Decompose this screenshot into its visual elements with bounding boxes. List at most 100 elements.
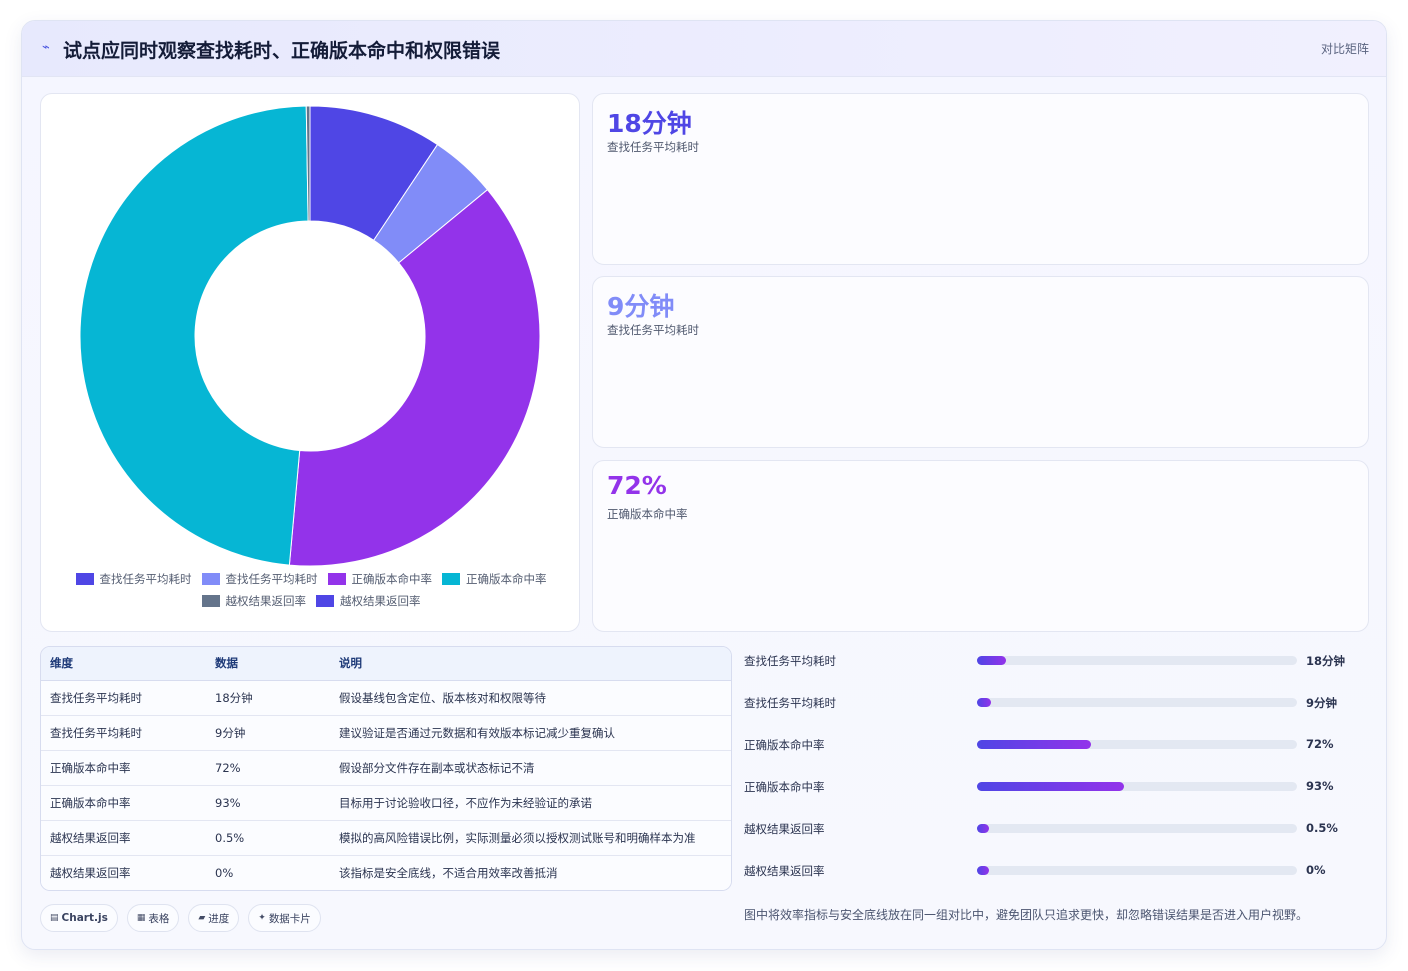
- kpi-label: 查找任务平均耗时: [607, 140, 699, 154]
- table-cell: 假设部分文件存在副本或状态标记不清: [330, 750, 731, 786]
- kpi-card-3: 72% 正确版本命中率: [592, 460, 1369, 632]
- progress-label: 查找任务平均耗时: [744, 696, 836, 710]
- kpi-card-2: 9分钟 查找任务平均耗时: [592, 276, 1369, 448]
- chip-table[interactable]: ▦ 表格: [126, 904, 180, 932]
- table-header-row: 维度 数据 说明: [41, 647, 731, 681]
- legend-swatch: [75, 573, 94, 585]
- progress-icon: ▰: [198, 913, 206, 923]
- legend-label: 查找任务平均耗时: [99, 572, 192, 586]
- legend-swatch: [201, 595, 220, 607]
- footnote: 图中将效率指标与安全底线放在同一组对比中，避免团队只追求更快，却忽略错误结果是否…: [744, 908, 1309, 922]
- progress-track: [977, 698, 1297, 707]
- table-row: 查找任务平均耗时 18分钟 假设基线包含定位、版本核对和权限等待: [41, 680, 731, 716]
- card-header: ⌁ 试点应同时观察查找耗时、正确版本命中和权限错误 对比矩阵: [22, 21, 1386, 77]
- legend-swatch: [201, 573, 220, 585]
- legend-item[interactable]: 查找任务平均耗时: [75, 572, 192, 586]
- table-cell: 9分钟: [206, 715, 330, 751]
- feature-chips: ▤ Chart.js ▦ 表格 ▰ 进度 ✦ 数据卡片: [40, 904, 330, 932]
- header-badge: 对比矩阵: [1320, 42, 1369, 56]
- legend-label: 越权结果返回率: [225, 594, 307, 608]
- progress-fill: [977, 656, 1006, 665]
- progress-value: 18分钟: [1306, 654, 1346, 668]
- progress-value: 72%: [1306, 737, 1334, 751]
- progress-fill: [977, 698, 992, 707]
- legend-label: 正确版本命中率: [351, 572, 433, 586]
- progress-row: 查找任务平均耗时 18分钟: [744, 651, 1364, 671]
- kpi-value: 72%: [607, 471, 667, 500]
- table-cell: 越权结果返回率: [41, 855, 206, 890]
- progress-fill: [977, 740, 1091, 749]
- table-cell: 正确版本命中率: [41, 750, 206, 786]
- progress-fill: [977, 782, 1124, 791]
- table-row: 正确版本命中率 72% 假设部分文件存在副本或状态标记不清: [41, 750, 731, 786]
- chip-progress[interactable]: ▰ 进度: [188, 904, 240, 932]
- legend-item[interactable]: 查找任务平均耗时: [201, 572, 318, 586]
- doughnut-chart: [79, 105, 541, 567]
- table-cell: 假设基线包含定位、版本核对和权限等待: [330, 680, 731, 716]
- table-row: 越权结果返回率 0% 该指标是安全底线，不适合用效率改善抵消: [41, 855, 731, 890]
- data-table-panel: 维度 数据 说明 查找任务平均耗时 18分钟 假设基线包含定位、版本核对和权限等…: [40, 646, 732, 891]
- table-cell: 72%: [206, 750, 330, 786]
- chip-label: 表格: [148, 912, 170, 925]
- progress-label: 正确版本命中率: [744, 738, 825, 752]
- table-header-data: 数据: [206, 647, 330, 681]
- data-table: 维度 数据 说明 查找任务平均耗时 18分钟 假设基线包含定位、版本核对和权限等…: [41, 647, 731, 890]
- doughnut-chart-panel: 查找任务平均耗时 查找任务平均耗时 正确版本命中率 正确版本命中率越权结果返回率 越权结…: [40, 93, 580, 632]
- doughnut-slice[interactable]: [79, 105, 309, 566]
- table-cell: 93%: [206, 785, 330, 821]
- trend-icon: ⌁: [42, 40, 50, 55]
- table-cell: 该指标是安全底线，不适合用效率改善抵消: [330, 855, 731, 890]
- legend-label: 查找任务平均耗时: [225, 572, 318, 586]
- table-cell: 18分钟: [206, 680, 330, 716]
- progress-fill: [977, 866, 989, 875]
- table-row: 查找任务平均耗时 9分钟 建议验证是否通过元数据和有效版本标记减少重复确认: [41, 715, 731, 751]
- table-row: 越权结果返回率 0.5% 模拟的高风险错误比例，实际测量必须以授权测试账号和明确…: [41, 820, 731, 856]
- progress-value: 93%: [1306, 779, 1334, 793]
- progress-fill: [977, 824, 989, 833]
- kpi-value: 9分钟: [607, 292, 675, 321]
- chip-data-card[interactable]: ✦ 数据卡片: [248, 904, 321, 932]
- legend-item[interactable]: 正确版本命中率: [442, 572, 547, 586]
- progress-row: 正确版本命中率 93%: [744, 777, 1364, 797]
- progress-label: 查找任务平均耗时: [744, 654, 836, 668]
- table-cell: 查找任务平均耗时: [41, 715, 206, 751]
- progress-track: [977, 866, 1297, 875]
- table-cell: 0.5%: [206, 820, 330, 856]
- kpi-value: 18分钟: [607, 109, 692, 138]
- table-cell: 模拟的高风险错误比例，实际测量必须以授权测试账号和明确样本为准: [330, 820, 731, 856]
- legend-item[interactable]: 正确版本命中率: [327, 572, 433, 586]
- table-cell: 正确版本命中率: [41, 785, 206, 821]
- progress-label: 正确版本命中率: [744, 780, 825, 794]
- chip-label: 数据卡片: [268, 912, 311, 925]
- progress-track: [977, 656, 1297, 665]
- progress-track: [977, 740, 1297, 749]
- legend-label: 越权结果返回率: [340, 594, 421, 608]
- legend-item[interactable]: 越权结果返回率: [316, 594, 421, 608]
- legend-swatch: [316, 595, 334, 607]
- progress-track: [977, 782, 1297, 791]
- table-cell: 查找任务平均耗时: [41, 680, 206, 716]
- table-cell: 越权结果返回率: [41, 820, 206, 856]
- legend-label: 正确版本命中率: [466, 572, 547, 586]
- progress-label: 越权结果返回率: [744, 864, 825, 878]
- card-icon: ✦: [258, 913, 266, 923]
- table-row: 正确版本命中率 93% 目标用于讨论验收口径，不应作为未经验证的承诺: [41, 785, 731, 821]
- kpi-label: 查找任务平均耗时: [607, 323, 699, 337]
- progress-row: 越权结果返回率 0%: [744, 861, 1364, 881]
- kpi-card-1: 18分钟 查找任务平均耗时: [592, 93, 1369, 265]
- dashboard-card: ⌁ 试点应同时观察查找耗时、正确版本命中和权限错误 对比矩阵 查找任务平均耗时查…: [21, 20, 1387, 950]
- table-icon: ▦: [136, 913, 146, 923]
- kpi-label: 正确版本命中率: [607, 507, 688, 521]
- chip-label: Chart.js: [61, 912, 108, 924]
- legend-item[interactable]: 越权结果返回率: [201, 594, 307, 608]
- table-cell: 0%: [206, 855, 330, 890]
- page-title: 试点应同时观察查找耗时、正确版本命中和权限错误: [63, 40, 501, 62]
- table-cell: 建议验证是否通过元数据和有效版本标记减少重复确认: [330, 715, 731, 751]
- progress-row: 越权结果返回率 0.5%: [744, 819, 1364, 839]
- legend-swatch: [327, 573, 346, 585]
- legend-swatch: [442, 573, 460, 585]
- table-cell: 目标用于讨论验收口径，不应作为未经验证的承诺: [330, 785, 731, 821]
- progress-track: [977, 824, 1297, 833]
- progress-value: 0.5%: [1306, 821, 1338, 835]
- chip-chartjs[interactable]: ▤ Chart.js: [40, 904, 118, 932]
